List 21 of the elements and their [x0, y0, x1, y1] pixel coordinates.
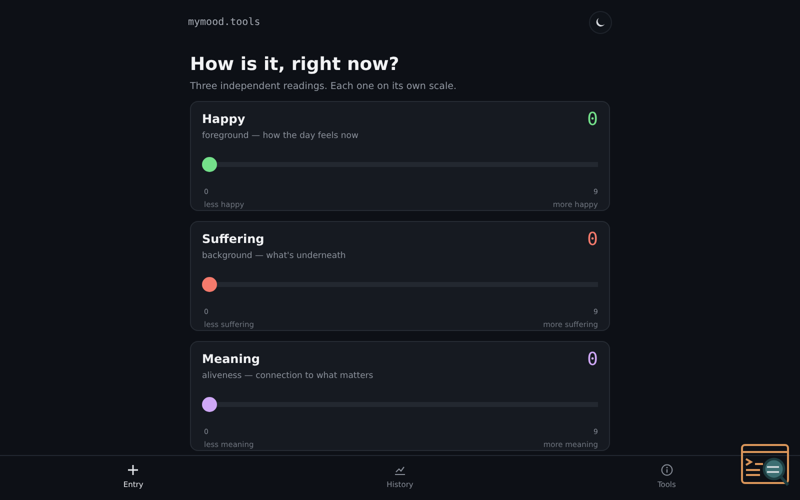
theme-toggle-button[interactable] [589, 10, 612, 34]
info-icon [660, 464, 673, 476]
slider-thumb[interactable] [202, 397, 217, 412]
brand-name: mymood.tools [188, 16, 260, 28]
page-subtitle: Three independent readings. Each one on its own scale. [190, 81, 458, 93]
metric-value: 0 [587, 230, 598, 250]
metric-name: Meaning [202, 351, 260, 367]
slider-thumb[interactable] [202, 277, 217, 292]
metric-value: 0 [587, 350, 598, 370]
metric-value: 0 [587, 110, 598, 130]
metric-name: Suffering [202, 231, 264, 247]
slider-thumb[interactable] [202, 157, 217, 172]
moon-icon [595, 16, 606, 28]
plus-icon [127, 464, 140, 476]
chart-icon [394, 464, 406, 476]
metric-description: foreground — how the day feels now [202, 131, 360, 142]
metric-description: aliveness — connection to what matters [202, 371, 374, 382]
metric-description: background — what's underneath [202, 251, 347, 262]
metric-name: Happy [202, 111, 246, 127]
terminal-search-icon[interactable] [741, 444, 791, 488]
page-title: How is it, right now? [190, 54, 400, 76]
